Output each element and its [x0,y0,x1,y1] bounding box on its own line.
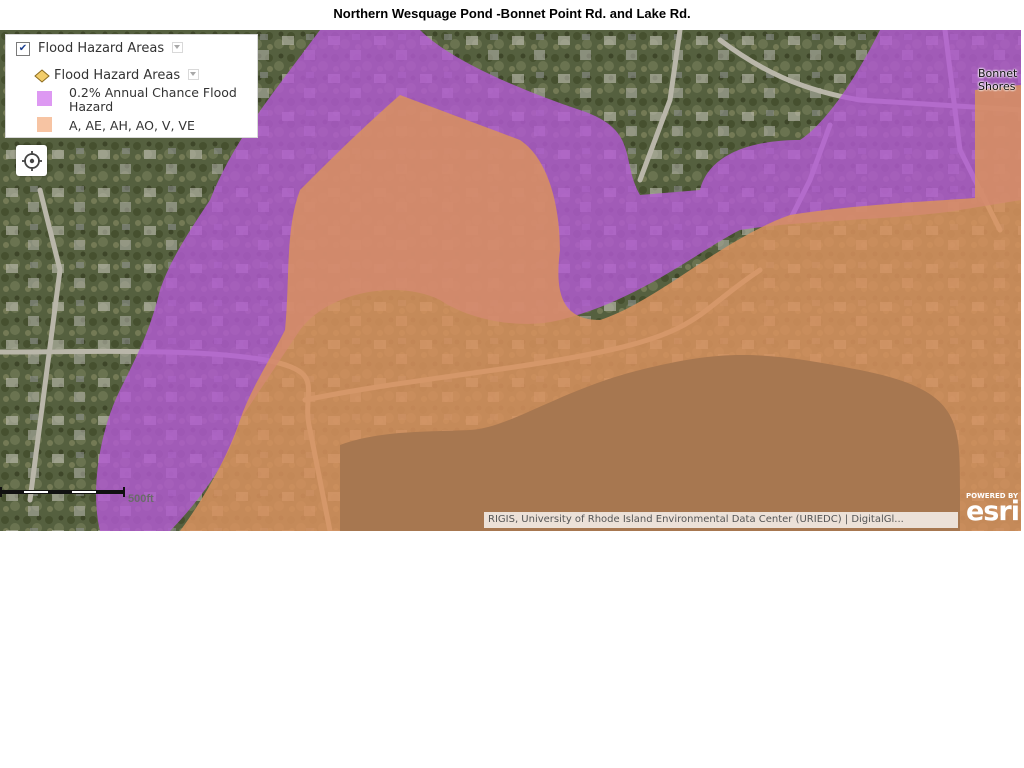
legend-sublayer-title: Flood Hazard Areas [54,68,181,83]
legend-item-a-ae: A, AE, AH, AO, V, VE [69,118,195,133]
scale-bar-label: 500ft [128,493,154,505]
legend-swatch-0-2-percent [37,91,52,106]
legend-swatch-a-ae [37,117,52,132]
sublayer-symbol-icon [34,68,50,83]
place-label: Bonnet Shores [978,67,1017,93]
legend-layer-title: Flood Hazard Areas [38,41,165,56]
legend-item-0-2-percent-line2: Hazard [69,99,114,114]
place-label-line2: Shores [978,80,1016,93]
layer-checkbox-icon[interactable]: ✔ [16,41,30,56]
scale-bar [0,487,125,497]
legend-item-0-2-percent: 0.2% Annual Chance Flood Hazard [69,86,237,114]
legend-sublayer-row[interactable]: Flood Hazard Areas [34,68,200,83]
map-attribution[interactable]: RIGIS, University of Rhode Island Enviro… [484,512,958,528]
legend-layer-row[interactable]: ✔ Flood Hazard Areas [16,41,184,56]
legend-item-0-2-percent-line1: 0.2% Annual Chance Flood [69,85,237,100]
sublayer-caret-icon[interactable] [188,69,200,80]
page-title: Northern Wesquage Pond -Bonnet Point Rd.… [333,6,691,21]
locate-icon [21,150,42,171]
esri-logo[interactable]: POWERED BY esri [966,492,1021,528]
place-label-line1: Bonnet [978,67,1018,80]
layer-caret-icon[interactable] [172,42,184,53]
locate-button[interactable] [16,145,47,176]
legend-panel: ✔ Flood Hazard Areas Flood Hazard Areas … [5,34,258,138]
esri-wordmark: esri [966,496,1020,527]
